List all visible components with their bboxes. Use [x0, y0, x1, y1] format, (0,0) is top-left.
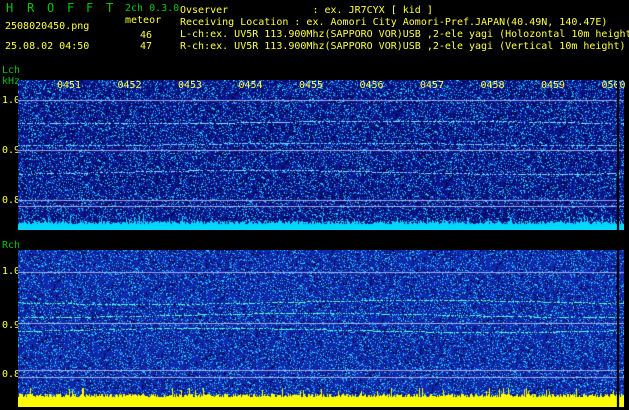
meteor-label: meteor: [125, 15, 162, 26]
title-letter: F: [86, 1, 94, 15]
time-label: 0456: [359, 80, 384, 91]
lch-label: Lch: [2, 65, 21, 76]
meteor-count-l: 46: [140, 30, 153, 41]
lch-spectrogram: [18, 80, 624, 230]
time-label: 0451: [57, 80, 82, 91]
time-label: 0454: [238, 80, 263, 91]
time-label: 0455: [299, 80, 324, 91]
filename: 2508020450.png: [5, 21, 90, 32]
title-letter: F: [67, 1, 75, 15]
lch-info: L-ch:ex. UV5R 113.900Mhz(SAPPORO VOR)USB…: [180, 29, 629, 40]
rch-spectrogram: [18, 250, 624, 407]
title-letter: R: [27, 1, 35, 15]
time-label: 0453: [178, 80, 203, 91]
time-label: 0458: [480, 80, 505, 91]
lch-end-marker: [617, 80, 619, 230]
title-letter: H: [6, 1, 14, 15]
time-label: 0452: [117, 80, 142, 91]
mode-label: 2ch 0.3.0: [125, 3, 180, 14]
time-label: 0459: [541, 80, 566, 91]
time-label: 0457: [420, 80, 445, 91]
receiving-location: Receiving Location : ex. Aomori City Aom…: [180, 17, 608, 28]
meteor-count-r: 47: [140, 41, 153, 52]
observer: Ovserver : ex. JR7CYX [ kid ]: [180, 5, 433, 16]
title-letter: T: [106, 1, 114, 15]
title-letter: O: [47, 1, 55, 15]
rch-end-marker: [617, 250, 619, 407]
datetime: 25.08.02 04:50: [5, 41, 90, 52]
rch-info: R-ch:ex. UV5R 113.900Mhz(SAPPORO VOR)USB…: [180, 41, 626, 52]
time-label: 0500: [601, 80, 626, 91]
